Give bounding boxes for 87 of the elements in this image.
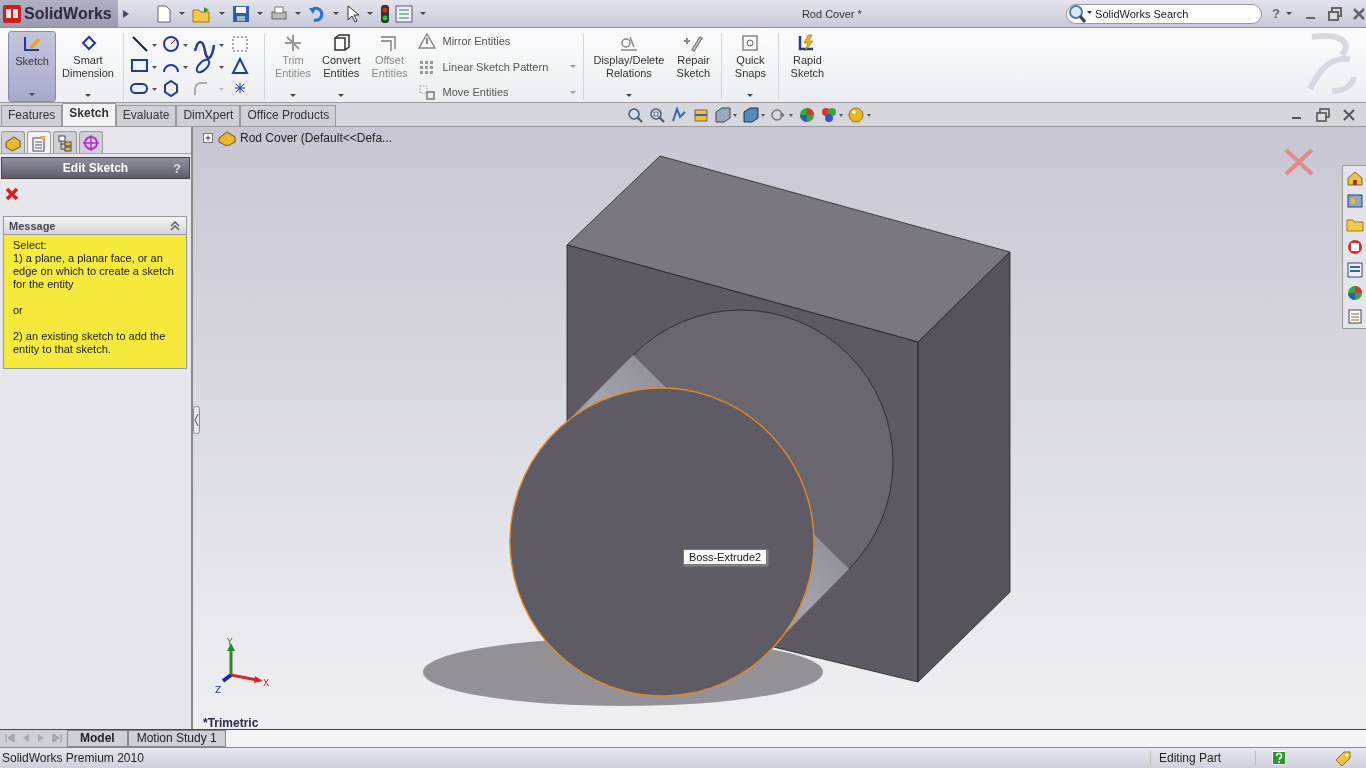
appearance-icon[interactable]	[798, 105, 817, 124]
panel-tab[interactable]	[53, 131, 77, 153]
caret-icon[interactable]	[29, 93, 35, 96]
undo-icon[interactable]	[307, 4, 326, 23]
scene-icon[interactable]	[820, 105, 845, 124]
restore-icon[interactable]	[1316, 107, 1330, 122]
status-text: SolidWorks Premium 2010	[1, 751, 145, 765]
ribbon-menu-item[interactable]: Mirror Entities	[418, 33, 579, 49]
panel-tab[interactable]	[27, 131, 51, 153]
realview-icon[interactable]	[848, 105, 873, 124]
search-icon[interactable]	[1067, 3, 1094, 24]
caret-icon[interactable]	[747, 94, 754, 97]
status-mode: Editing Part	[1150, 751, 1256, 765]
caret-icon[interactable]	[419, 12, 426, 15]
expand-icon[interactable]	[203, 132, 214, 144]
panel-tab[interactable]	[1, 131, 25, 153]
properties-icon[interactable]	[1345, 307, 1364, 325]
help-icon[interactable]	[1272, 751, 1286, 765]
zoom-to-fit-icon[interactable]	[626, 105, 645, 124]
caret-icon[interactable]	[294, 12, 301, 15]
pointer-icon[interactable]	[345, 4, 360, 23]
close-icon[interactable]	[1352, 6, 1366, 21]
document-tab[interactable]: Model	[67, 730, 128, 747]
printer-icon[interactable]	[269, 4, 288, 23]
caret-icon[interactable]	[338, 94, 345, 97]
ribbon-button[interactable]: Rapid Sketch	[784, 31, 831, 102]
message-text: Select: 1) a plane, a planar face, or an edge on which to create a sketch for the entity or 2) an existing sketch to add the entity to that sketch.	[4, 235, 186, 368]
close-icon[interactable]	[1342, 107, 1356, 122]
previous-view-icon[interactable]	[670, 105, 689, 124]
home-icon[interactable]	[1345, 169, 1364, 187]
ribbon-button[interactable]: Sketch	[8, 31, 56, 102]
help-button[interactable]: ?	[1272, 6, 1280, 21]
search-field[interactable]: SolidWorks Search	[1066, 3, 1263, 24]
restore-icon[interactable]	[1328, 6, 1342, 21]
caret-icon[interactable]	[178, 12, 185, 15]
ribbon-tab[interactable]: Evaluate	[115, 105, 177, 126]
panel-tab[interactable]	[79, 131, 103, 153]
library-icon[interactable]	[1345, 192, 1364, 210]
ribbon-button[interactable]: Quick Snaps	[727, 31, 774, 102]
triangle-icon	[418, 33, 437, 49]
sketch-icon	[21, 34, 43, 54]
view-palette-icon[interactable]	[1345, 261, 1364, 279]
caret-icon[interactable]	[84, 94, 91, 97]
feature-tooltip: Boss-Extrude2	[683, 549, 768, 565]
expand-icon[interactable]	[121, 8, 130, 19]
caret-icon[interactable]	[1286, 12, 1292, 15]
ribbon-menu-item[interactable]: Move Entities	[418, 84, 579, 100]
window-title: Rod Cover *	[800, 7, 863, 20]
panel-splitter-handle[interactable]	[193, 406, 200, 434]
traffic-light-icon[interactable]	[379, 3, 390, 24]
ribbon-button[interactable]: Smart Dimension	[58, 31, 118, 102]
logo-icon	[2, 3, 22, 24]
caret-icon[interactable]	[218, 12, 225, 15]
ribbon-tab[interactable]: Features	[1, 105, 63, 126]
caret-icon[interactable]	[332, 12, 339, 15]
move-icon	[418, 84, 437, 100]
cancel-icon[interactable]	[4, 186, 20, 202]
message-title: Message	[9, 219, 56, 232]
ribbon-button[interactable]: Convert Entities	[317, 31, 365, 102]
view-orientation-icon[interactable]	[714, 105, 739, 124]
app-logo[interactable]: SolidWorks	[0, 0, 118, 27]
document-tab[interactable]: Motion Study 1	[127, 730, 226, 747]
new-document-icon[interactable]	[155, 4, 172, 23]
ribbon-tab[interactable]: Office Products	[240, 105, 337, 126]
zoom-area-icon[interactable]	[648, 105, 667, 124]
caret-icon[interactable]	[256, 12, 263, 15]
message-header[interactable]: Message	[4, 217, 186, 235]
feature-tree-item[interactable]: Rod Cover (Default<<Defa...	[203, 129, 393, 147]
caret-icon[interactable]	[366, 12, 373, 15]
tag-icon[interactable]	[1334, 750, 1352, 766]
ribbon-tab[interactable]: DimXpert	[176, 105, 241, 126]
part-icon	[217, 129, 237, 147]
palette-icon[interactable]	[1345, 238, 1364, 256]
ribbon-button[interactable]: Repair Sketch	[670, 31, 717, 102]
ribbon-button[interactable]: Display/Delete Relations	[589, 31, 669, 102]
open-folder-icon[interactable]	[191, 4, 212, 23]
view-name: *Trimetric	[203, 716, 259, 729]
ribbon-menu-item[interactable]: Linear Sketch Pattern	[418, 58, 579, 75]
collapse-icon[interactable]	[169, 219, 181, 232]
ribbon-tab[interactable]: Sketch	[62, 103, 116, 126]
axis-triad-drawing: Y X Z	[215, 637, 270, 695]
appearance-icon[interactable]	[1345, 284, 1364, 302]
display-style-icon[interactable]	[742, 105, 767, 124]
panel-title: Edit Sketch	[62, 161, 129, 175]
save-icon[interactable]	[231, 4, 250, 23]
pencil-icon	[682, 33, 705, 53]
caret-icon[interactable]	[625, 94, 632, 97]
